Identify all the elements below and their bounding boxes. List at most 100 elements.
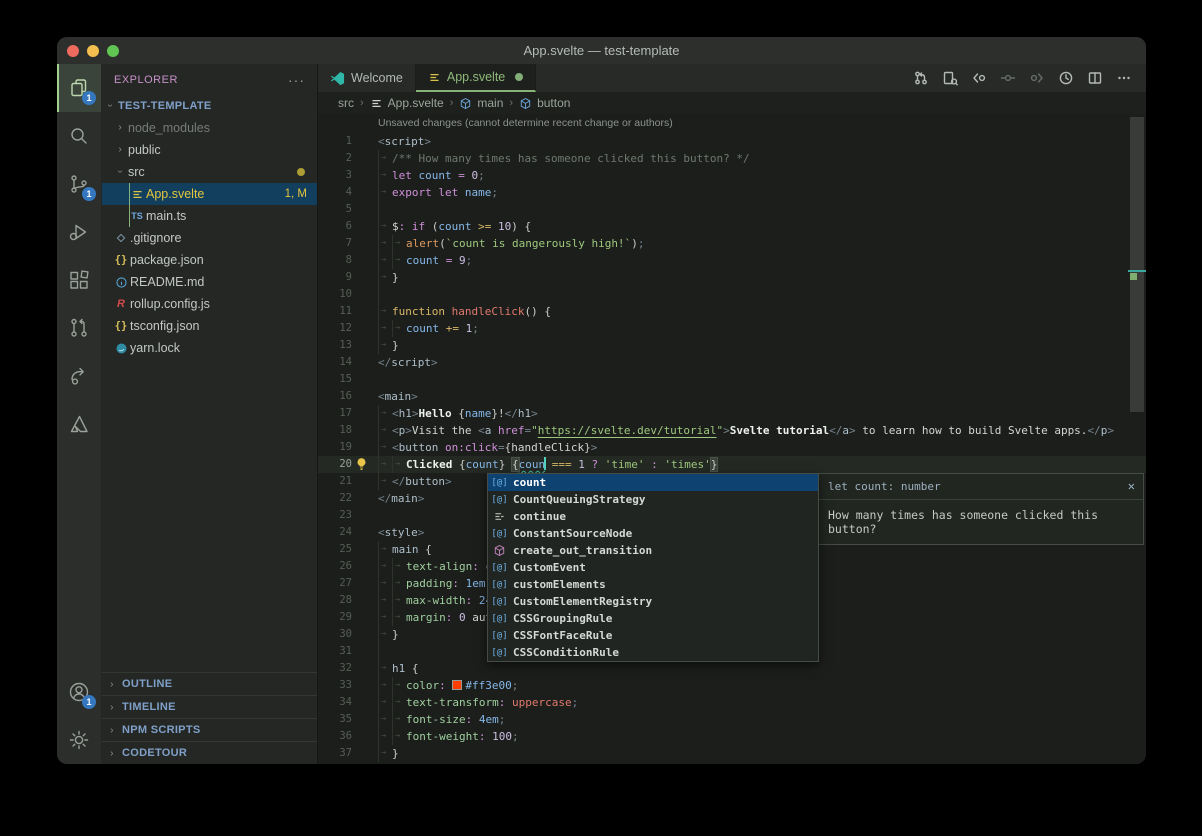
code-line-20[interactable]: 20→→Clicked {count} {coun === 1 ? 'time'… (318, 456, 1146, 473)
gutter (352, 694, 378, 711)
tree-item-src[interactable]: ›src (102, 161, 317, 183)
section-outline[interactable]: ›OUTLINE (102, 672, 317, 695)
tree-root[interactable]: ›TEST-TEMPLATE (102, 95, 317, 117)
code-line-1[interactable]: 1<script> (318, 133, 1146, 150)
breadcrumb-item-src[interactable]: src (338, 96, 354, 110)
code-line-7[interactable]: 7→→alert(`count is dangerously high!`); (318, 235, 1146, 252)
section-npm-scripts[interactable]: ›NPM SCRIPTS (102, 718, 317, 741)
section-codetour[interactable]: ›CODETOUR (102, 741, 317, 764)
suggest-item-cssgroupingrule[interactable]: [@]CSSGroupingRule (488, 610, 818, 627)
lightbulb-icon[interactable] (355, 457, 368, 471)
code-line-15[interactable]: 15 (318, 371, 1146, 388)
suggest-item-constantsourcenode[interactable]: [@]ConstantSourceNode (488, 525, 818, 542)
line-number: 24 (318, 524, 352, 541)
code-line-32[interactable]: 32→h1 { (318, 660, 1146, 677)
code-line-2[interactable]: 2→/** How many times has someone clicked… (318, 150, 1146, 167)
breadcrumb-item-main[interactable]: main (459, 96, 503, 110)
suggest-item-create_out_transition[interactable]: create_out_transition (488, 542, 818, 559)
code-line-11[interactable]: 11→function handleClick() { (318, 303, 1146, 320)
suggest-item-cssconditionrule[interactable]: [@]CSSConditionRule (488, 644, 818, 661)
suggest-item-countqueuingstrategy[interactable]: [@]CountQueuingStrategy (488, 491, 818, 508)
section-timeline[interactable]: ›TIMELINE (102, 695, 317, 718)
symbol-cube-icon (459, 97, 472, 110)
activity-accounts[interactable]: 1 (57, 668, 101, 716)
tree-item-node-modules[interactable]: ›node_modules (102, 117, 317, 139)
tree-item--gitignore[interactable]: .gitignore (102, 227, 317, 249)
code-line-3[interactable]: 3→let count = 0; (318, 167, 1146, 184)
title-bar[interactable]: App.svelte — test-template (57, 37, 1146, 64)
breadcrumb-item-button[interactable]: button (519, 96, 570, 110)
activity-run-debug[interactable] (57, 208, 101, 256)
next-change-icon[interactable] (1027, 68, 1047, 88)
code-line-10[interactable]: 10→ (318, 286, 1146, 303)
tree-item-rollup-config-js[interactable]: Rrollup.config.js (102, 293, 317, 315)
activity-settings[interactable] (57, 716, 101, 764)
tab-app-svelte[interactable]: App.svelte (416, 64, 536, 92)
breadcrumb-item-app-svelte[interactable]: App.svelte (370, 96, 444, 110)
gutter (352, 150, 378, 167)
code-line-34[interactable]: 34→→text-transform: uppercase; (318, 694, 1146, 711)
gutter (352, 507, 378, 524)
activity-github-pull-requests[interactable] (57, 304, 101, 352)
suggest-item-count[interactable]: [@]count (488, 474, 818, 491)
tab-welcome[interactable]: Welcome (318, 64, 416, 92)
code-line-13[interactable]: 13→} (318, 337, 1146, 354)
code-line-6[interactable]: 6→$: if (count >= 10) { (318, 218, 1146, 235)
suggest-item-customelements[interactable]: [@]customElements (488, 576, 818, 593)
variable-icon: [@] (491, 597, 508, 607)
split-editor-icon[interactable] (1085, 68, 1105, 88)
tree-item-readme-md[interactable]: README.md (102, 271, 317, 293)
more-actions-icon[interactable] (1114, 68, 1134, 88)
tree-item-yarn-lock[interactable]: yarn.lock (102, 337, 317, 359)
code-line-4[interactable]: 4→export let name; (318, 184, 1146, 201)
previous-change-icon[interactable] (969, 68, 989, 88)
code-line-18[interactable]: 18→<p>Visit the <a href="https://svelte.… (318, 422, 1146, 439)
activity-live-share[interactable] (57, 352, 101, 400)
code-line-35[interactable]: 35→→font-size: 4em; (318, 711, 1146, 728)
tree-item-public[interactable]: ›public (102, 139, 317, 161)
suggest-item-cssfontfacerule[interactable]: [@]CSSFontFaceRule (488, 627, 818, 644)
code-line-19[interactable]: 19→<button on:click={handleClick}> (318, 439, 1146, 456)
explorer-sidebar: EXPLORER ··· ›TEST-TEMPLATE›node_modules… (102, 64, 318, 764)
activity-azure[interactable] (57, 400, 101, 448)
file-label: src (128, 165, 297, 179)
line-number: 23 (318, 507, 352, 524)
code-line-12[interactable]: 12→→count += 1; (318, 320, 1146, 337)
gutter (352, 133, 378, 150)
more-actions-icon[interactable]: ··· (288, 72, 305, 88)
activity-extensions[interactable] (57, 256, 101, 304)
code-line-9[interactable]: 9→} (318, 269, 1146, 286)
activity-source-control[interactable]: 1 (57, 160, 101, 208)
code-line-8[interactable]: 8→→count = 9; (318, 252, 1146, 269)
tree-item-package-json[interactable]: {}package.json (102, 249, 317, 271)
indent-guide: → (378, 541, 392, 558)
activity-explorer[interactable]: 1 (57, 64, 101, 112)
code-line-14[interactable]: 14</script> (318, 354, 1146, 371)
zoom-button[interactable] (107, 45, 119, 57)
file-history-icon[interactable] (1056, 68, 1076, 88)
suggest-item-customelementregistry[interactable]: [@]CustomElementRegistry (488, 593, 818, 610)
code-line-17[interactable]: 17→<h1>Hello {name}!</h1> (318, 405, 1146, 422)
activity-search[interactable] (57, 112, 101, 160)
line-number: 30 (318, 626, 352, 643)
code-line-37[interactable]: 37→} (318, 745, 1146, 762)
minimize-button[interactable] (87, 45, 99, 57)
code-line-5[interactable]: 5→ (318, 201, 1146, 218)
tree-item-tsconfig-json[interactable]: {}tsconfig.json (102, 315, 317, 337)
close-button[interactable] (67, 45, 79, 57)
code-line-16[interactable]: 16<main> (318, 388, 1146, 405)
suggest-item-customevent[interactable]: [@]CustomEvent (488, 559, 818, 576)
code-line-36[interactable]: 36→→font-weight: 100; (318, 728, 1146, 745)
scrollbar-slider[interactable] (1130, 117, 1144, 412)
json-braces-icon: {} (112, 320, 130, 332)
suggest-item-continue[interactable]: continue (488, 508, 818, 525)
change-marker-icon[interactable] (998, 68, 1018, 88)
tree-item-main-ts[interactable]: TSmain.ts (102, 205, 317, 227)
code-editor[interactable]: Unsaved changes (cannot determine recent… (318, 114, 1146, 764)
open-changes-icon[interactable] (940, 68, 960, 88)
code-line-33[interactable]: 33→→color: #ff3e00; (318, 677, 1146, 694)
tree-item-app-svelte[interactable]: App.svelte1, M (102, 183, 317, 205)
git-compare-icon[interactable] (911, 68, 931, 88)
line-number: 36 (318, 728, 352, 745)
scrollbar[interactable] (1128, 114, 1146, 764)
